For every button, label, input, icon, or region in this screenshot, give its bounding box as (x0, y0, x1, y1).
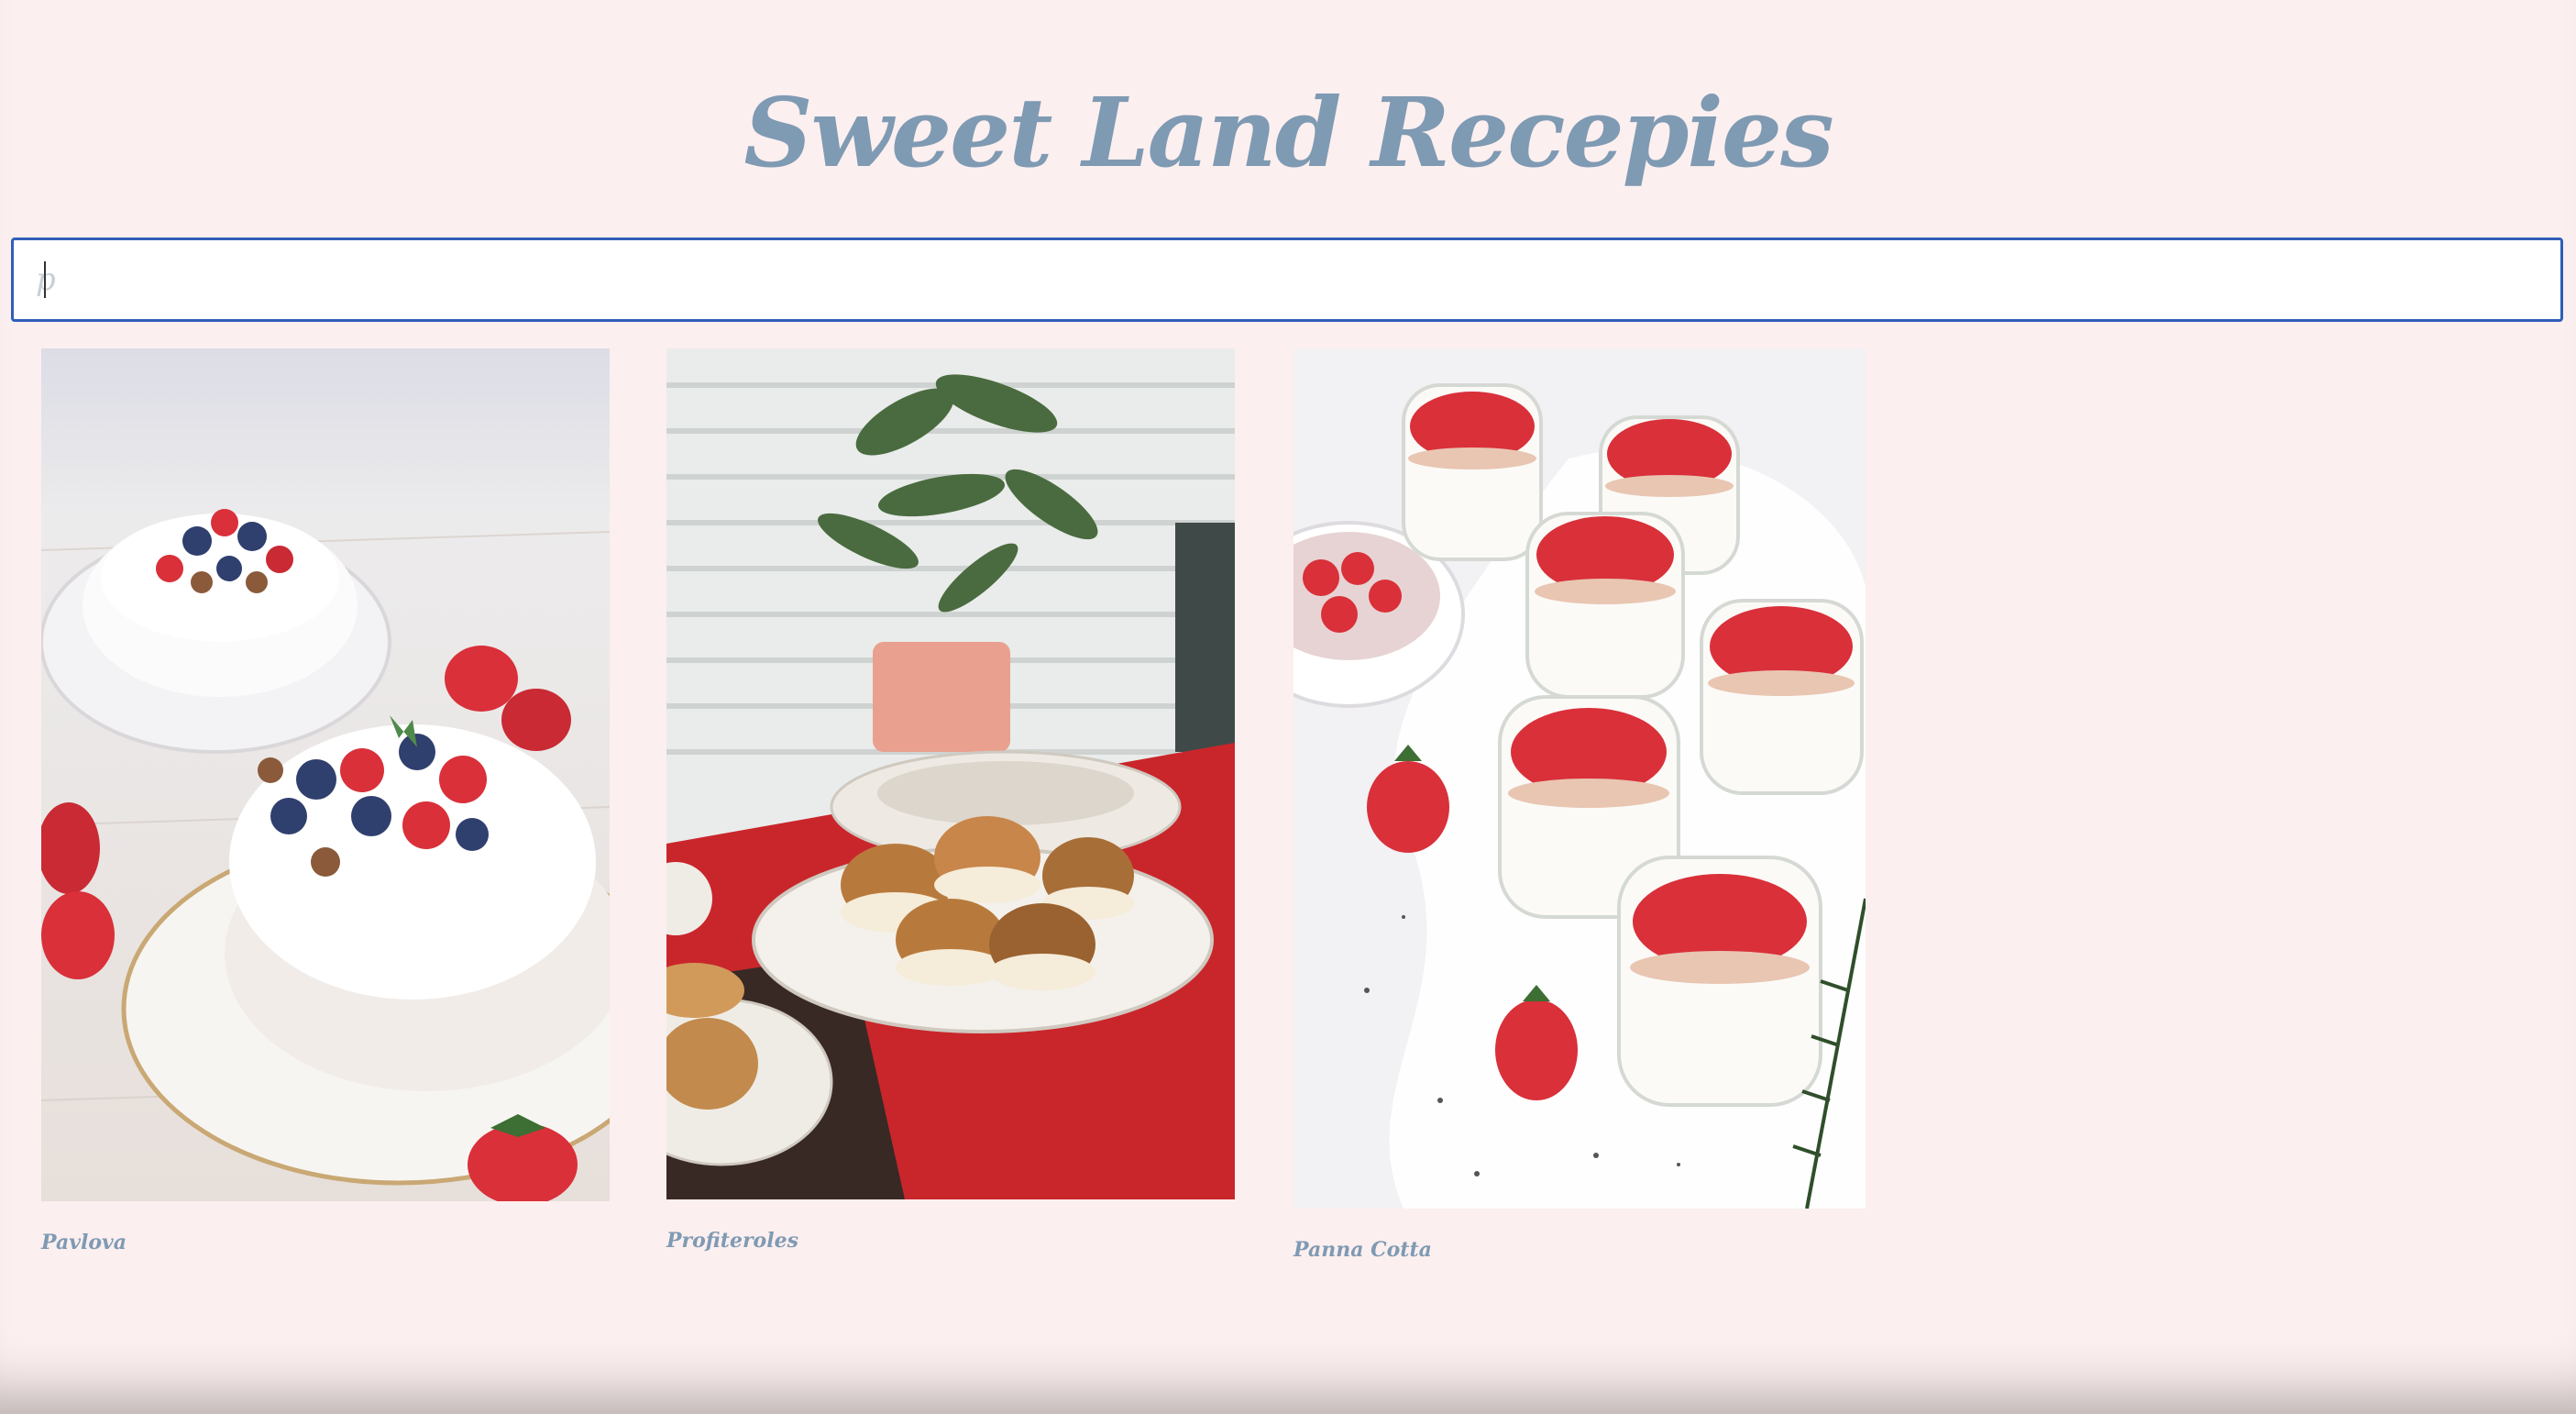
search-input[interactable] (11, 238, 2563, 322)
profiteroles-image[interactable] (666, 348, 1235, 1199)
pavlova-image[interactable] (41, 348, 610, 1201)
panna-cotta-image[interactable] (1294, 348, 1866, 1209)
recipe-name[interactable]: Pavlova (41, 1231, 127, 1254)
text-cursor (44, 261, 46, 298)
recipe-name[interactable]: Panna Cotta (1294, 1238, 1432, 1262)
page-title: Sweet Land Recepies (743, 76, 1833, 189)
recipe-card-pavlova[interactable]: Pavlova (41, 348, 610, 1265)
recipe-card-panna-cotta[interactable]: Panna Cotta (1294, 348, 1866, 1275)
page: Sweet Land Recepies p Pavlova Profiterol… (0, 0, 2576, 1414)
recipe-name[interactable]: Profiteroles (666, 1229, 798, 1253)
recipe-card-profiteroles[interactable]: Profiteroles (666, 348, 1235, 1265)
